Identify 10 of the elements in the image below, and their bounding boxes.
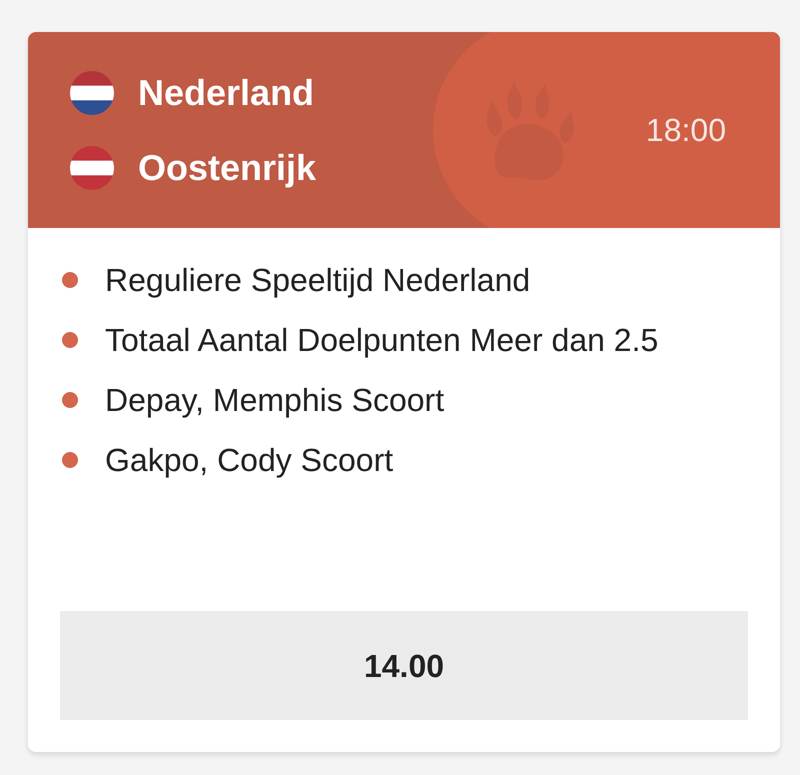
selection-label: Depay, Memphis Scoort: [105, 381, 444, 420]
team-name: Oostenrijk: [138, 150, 316, 186]
team-name: Nederland: [138, 74, 314, 110]
selection-label: Totaal Aantal Doelpunten Meer dan 2.5: [105, 321, 658, 360]
match-time: 18:00: [646, 111, 727, 150]
selection-label: Reguliere Speeltijd Nederland: [105, 261, 530, 300]
flag-icon: [70, 146, 114, 190]
odds-button[interactable]: 14.00: [60, 611, 748, 720]
selection-label: Gakpo, Cody Scoort: [105, 441, 394, 480]
flag-icon: [70, 70, 114, 114]
